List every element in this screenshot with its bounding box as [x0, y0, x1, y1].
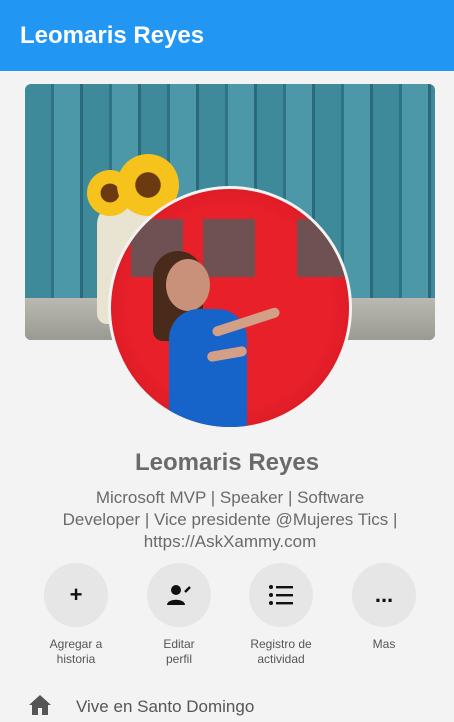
edit-profile-label: Editar perfil — [163, 637, 195, 666]
person-head — [166, 259, 210, 311]
app-title: Leomaris Reyes — [20, 22, 205, 49]
more-button[interactable]: ... Mas — [334, 563, 434, 652]
edit-profile-icon — [147, 563, 211, 627]
door-window — [297, 219, 349, 277]
home-icon — [28, 694, 52, 721]
door-window — [203, 219, 255, 277]
activity-log-button[interactable]: Registro de actividad — [231, 563, 331, 667]
add-story-label: Agregar a historia — [49, 637, 103, 666]
add-story-button[interactable]: + Agregar a historia — [26, 563, 126, 667]
info-row-location: Vive en Santo Domingo — [28, 694, 254, 720]
plus-icon: + — [44, 563, 108, 627]
bio-line: https://AskXammy.com — [143, 532, 317, 551]
more-icon: ... — [352, 563, 416, 627]
app-bar: Leomaris Reyes — [0, 0, 454, 71]
bio-line: Developer | Vice presidente @Mujeres Tic… — [62, 510, 398, 529]
edit-profile-button[interactable]: Editar perfil — [129, 563, 229, 667]
profile-photo[interactable] — [108, 186, 352, 430]
activity-log-label: Registro de actividad — [250, 637, 312, 666]
location-text: Vive en Santo Domingo — [76, 697, 255, 716]
profile-bio: Microsoft MVP | Speaker | Software Devel… — [40, 487, 420, 553]
list-icon — [249, 563, 313, 627]
profile-name: Leomaris Reyes — [134, 449, 320, 476]
bio-line: Microsoft MVP | Speaker | Software — [95, 488, 365, 507]
more-label: Mas — [372, 637, 396, 651]
